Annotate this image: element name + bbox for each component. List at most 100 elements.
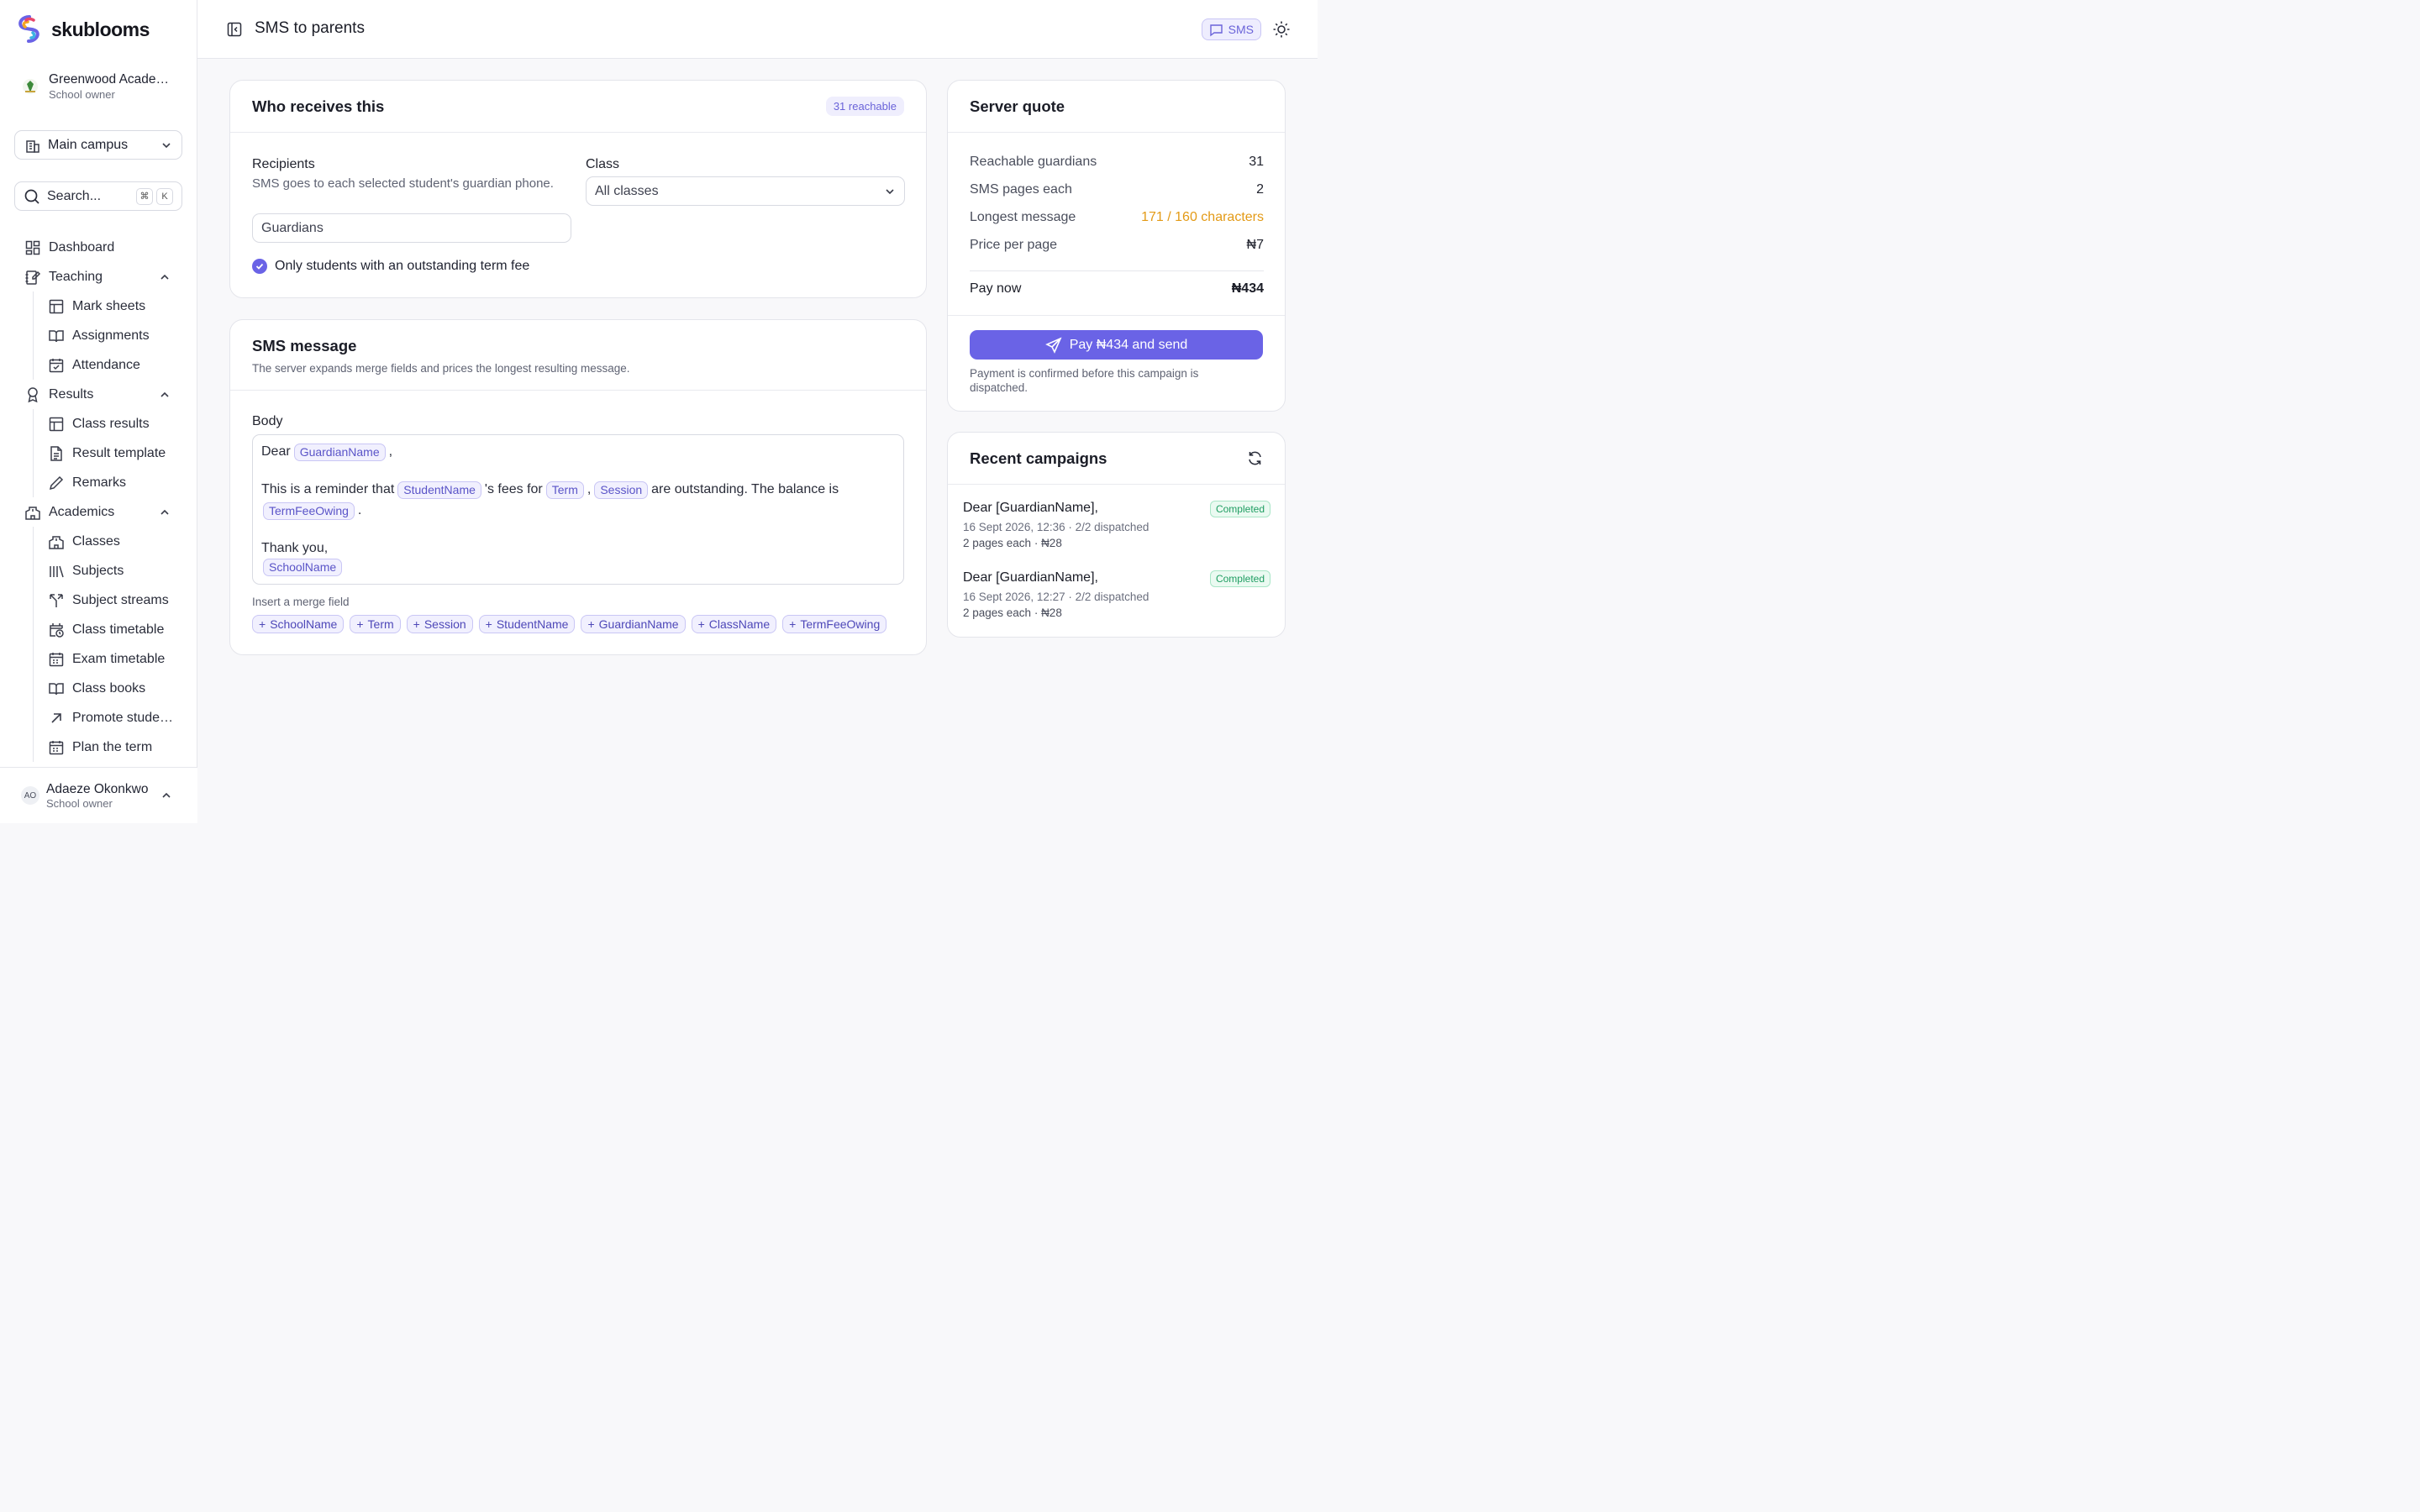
divider bbox=[948, 315, 1285, 316]
sidebar-item-plan-term[interactable]: Plan the term bbox=[0, 732, 197, 762]
sidebar-item-label: Promote stude… bbox=[72, 710, 174, 725]
merge-chip-guardianname[interactable]: + GuardianName bbox=[581, 615, 686, 633]
quote-row: Reachable guardians 31 bbox=[970, 155, 1264, 182]
campus-select[interactable]: Main campus bbox=[14, 130, 182, 160]
recipients-select[interactable]: Guardians bbox=[252, 213, 571, 243]
insert-merge-label: Insert a merge field bbox=[252, 596, 350, 608]
campaign-item[interactable]: Dear [GuardianName], 16 Sept 2026, 12:27… bbox=[963, 570, 1270, 619]
recipients-value: Guardians bbox=[261, 220, 324, 235]
chevron-up-icon bbox=[160, 790, 172, 801]
campaign-detail: 2 pages each · ₦28 bbox=[963, 606, 1062, 619]
sun-icon[interactable] bbox=[1272, 20, 1291, 39]
pay-and-send-button[interactable]: Pay ₦434 and send bbox=[970, 330, 1263, 360]
school-switcher[interactable]: Greenwood Acade… School owner bbox=[20, 72, 184, 101]
campaign-item[interactable]: Dear [GuardianName], 16 Sept 2026, 12:36… bbox=[963, 501, 1270, 549]
server-quote-card: Server quote Reachable guardians 31 SMS p… bbox=[947, 80, 1286, 412]
body-text: , bbox=[388, 444, 393, 459]
sidebar-item-attendance[interactable]: Attendance bbox=[0, 350, 197, 380]
plus-icon: + bbox=[697, 617, 705, 631]
notebook-pen-icon bbox=[24, 269, 41, 286]
user-menu[interactable]: AO Adaeze Okonkwo School owner bbox=[0, 767, 197, 823]
campaign-detail: 2 pages each · ₦28 bbox=[963, 537, 1062, 549]
sidebar-item-academics[interactable]: Academics bbox=[0, 497, 197, 527]
award-icon bbox=[24, 386, 41, 403]
send-icon bbox=[1044, 336, 1062, 354]
recent-campaigns-card: Recent campaigns Dear [GuardianName], 16… bbox=[947, 432, 1286, 638]
merge-token: TermFeeOwing bbox=[263, 501, 355, 520]
sidebar-item-remarks[interactable]: Remarks bbox=[0, 468, 197, 497]
plus-icon: + bbox=[259, 617, 266, 631]
plus-icon: + bbox=[485, 617, 492, 631]
page-title: SMS to parents bbox=[255, 19, 365, 37]
pay-button-label: Pay ₦434 and send bbox=[1069, 337, 1188, 352]
class-select[interactable]: All classes bbox=[586, 176, 905, 206]
sidebar-item-class-timetable[interactable]: Class timetable bbox=[0, 615, 197, 644]
merge-chip-classname[interactable]: + ClassName bbox=[691, 615, 777, 633]
sidebar-item-label: Remarks bbox=[72, 475, 127, 490]
school-icon bbox=[24, 504, 41, 521]
merge-chip-termfeeowing[interactable]: + TermFeeOwing bbox=[782, 615, 887, 633]
sidebar-item-subject-streams[interactable]: Subject streams bbox=[0, 585, 197, 615]
refresh-icon[interactable] bbox=[1247, 450, 1263, 466]
merge-chip-studentname[interactable]: + StudentName bbox=[478, 615, 576, 633]
sidebar-item-dashboard[interactable]: Dashboard bbox=[0, 233, 197, 262]
sidebar-item-classes[interactable]: Classes bbox=[0, 527, 197, 556]
body-text: Dear bbox=[261, 444, 291, 459]
sidebar-item-teaching[interactable]: Teaching bbox=[0, 262, 197, 291]
quote-rows: Reachable guardians 31 SMS pages each 2 Lo… bbox=[970, 155, 1264, 297]
card-title: Server quote bbox=[970, 97, 1065, 115]
sidebar-item-promote-students[interactable]: Promote stude… bbox=[0, 703, 197, 732]
quote-label: Reachable guardians bbox=[970, 155, 1097, 169]
class-value: All classes bbox=[595, 183, 659, 198]
chevron-up-icon[interactable] bbox=[159, 507, 171, 518]
book-open-icon bbox=[48, 680, 65, 697]
sidebar-item-class-books[interactable]: Class books bbox=[0, 674, 197, 703]
brand[interactable]: skublooms bbox=[16, 15, 150, 44]
sidebar-item-results[interactable]: Results bbox=[0, 380, 197, 409]
quote-row: Price per page ₦7 bbox=[970, 238, 1264, 265]
reachable-badge: 31 reachable bbox=[825, 97, 904, 116]
card-title: Recent campaigns bbox=[970, 449, 1107, 467]
plus-icon: + bbox=[789, 617, 797, 631]
calendar-check-icon bbox=[48, 357, 65, 374]
sidebar-item-subjects[interactable]: Subjects bbox=[0, 556, 197, 585]
sidebar-item-label: Exam timetable bbox=[72, 651, 166, 666]
book-open-icon bbox=[48, 328, 65, 344]
sidebar-nav: Dashboard Teaching Mark sheets Assignmen… bbox=[0, 233, 197, 762]
merge-chip-schoolname[interactable]: + SchoolName bbox=[252, 615, 345, 633]
body-label: Body bbox=[252, 414, 283, 428]
body-text: Thank you, bbox=[261, 541, 329, 555]
sidebar-item-result-template[interactable]: Result template bbox=[0, 438, 197, 468]
sidebar-item-class-results[interactable]: Class results bbox=[0, 409, 197, 438]
payment-note: Payment is confirmed before this campaig… bbox=[970, 367, 1199, 394]
chevron-up-icon[interactable] bbox=[159, 389, 171, 401]
sms-chip[interactable]: SMS bbox=[1201, 18, 1261, 40]
calendar-icon bbox=[48, 651, 65, 668]
school-icon bbox=[48, 533, 65, 550]
message-icon bbox=[1209, 23, 1223, 37]
sidebar-item-mark-sheets[interactable]: Mark sheets bbox=[0, 291, 197, 321]
quote-value: 31 bbox=[1249, 155, 1264, 169]
sidebar-item-assignments[interactable]: Assignments bbox=[0, 321, 197, 350]
recipients-card: Who receives this 31 reachable Recipient… bbox=[229, 80, 927, 298]
school-role: School owner bbox=[49, 88, 115, 101]
message-body-editor[interactable]: Dear GuardianName , This is a reminder t… bbox=[252, 434, 904, 585]
search-input[interactable]: Search... ⌘ K bbox=[14, 181, 182, 211]
table-icon bbox=[48, 416, 65, 433]
school-crest-icon bbox=[20, 76, 40, 97]
school-name: Greenwood Acade… bbox=[49, 72, 170, 87]
chevron-up-icon[interactable] bbox=[159, 271, 171, 283]
sidebar-toggle-icon[interactable] bbox=[226, 21, 243, 38]
quote-value: 2 bbox=[1256, 182, 1264, 197]
split-icon bbox=[48, 592, 65, 609]
kbd-command: ⌘ bbox=[136, 187, 153, 205]
sidebar-item-exam-timetable[interactable]: Exam timetable bbox=[0, 644, 197, 674]
avatar: AO bbox=[21, 786, 39, 805]
sidebar: skublooms Greenwood Acade… School owner … bbox=[0, 0, 197, 823]
status-badge: Completed bbox=[1209, 570, 1270, 587]
merge-chip-term[interactable]: + Term bbox=[350, 615, 401, 633]
outstanding-fee-checkbox[interactable]: Only students with an outstanding term f… bbox=[252, 259, 529, 274]
merge-chip-session[interactable]: + Session bbox=[406, 615, 473, 633]
quote-label: Longest message bbox=[970, 210, 1076, 224]
quote-row: Longest message 171 / 160 characters bbox=[970, 210, 1264, 238]
